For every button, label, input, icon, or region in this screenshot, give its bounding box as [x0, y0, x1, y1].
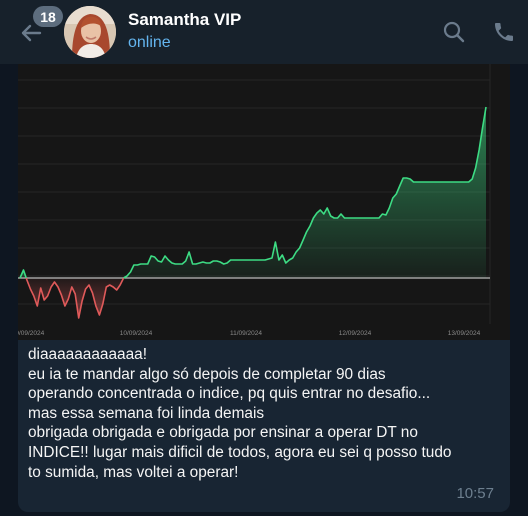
message-text: diaaaaaaaaaaaa! eu ia te mandar algo só …: [28, 345, 504, 482]
x-tick-label: 13/09/2024: [448, 330, 481, 337]
message-line: to sumida, mas voltei a operar!: [28, 463, 239, 481]
x-tick-label: 11/09/2024: [230, 330, 262, 337]
x-tick-label: 10/09/2024: [120, 330, 153, 337]
pnl-chart-image[interactable]: 09/09/2024 10/09/2024 11/09/2024 12/09/2024…: [18, 64, 510, 340]
phone-icon[interactable]: [492, 20, 516, 44]
message-timestamp: 10:57: [456, 485, 494, 502]
contact-avatar[interactable]: [64, 6, 116, 58]
online-status: online: [128, 34, 171, 51]
message-line: mas essa semana foi linda demais: [28, 404, 265, 422]
message-line: eu ia te mandar algo só depois de comple…: [28, 365, 386, 383]
unread-count-badge: 18: [33, 6, 63, 27]
message-line: obrigada obrigada e obrigada por ensinar…: [28, 424, 418, 442]
chat-header: 18 Samantha VIP online: [0, 0, 528, 64]
message-line: INDICE!! lugar mais dificil de todos, ag…: [28, 443, 452, 461]
x-tick-label: 12/09/2024: [339, 330, 372, 337]
message-line: operando concentrada o indice, pq quis e…: [28, 385, 431, 403]
message-line: diaaaaaaaaaaaa!: [28, 346, 147, 363]
search-icon[interactable]: [442, 20, 466, 44]
contact-name[interactable]: Samantha VIP: [128, 10, 241, 30]
message-bubble[interactable]: 09/09/2024 10/09/2024 11/09/2024 12/09/2024…: [18, 64, 510, 512]
x-tick-label: 09/09/2024: [18, 330, 45, 337]
